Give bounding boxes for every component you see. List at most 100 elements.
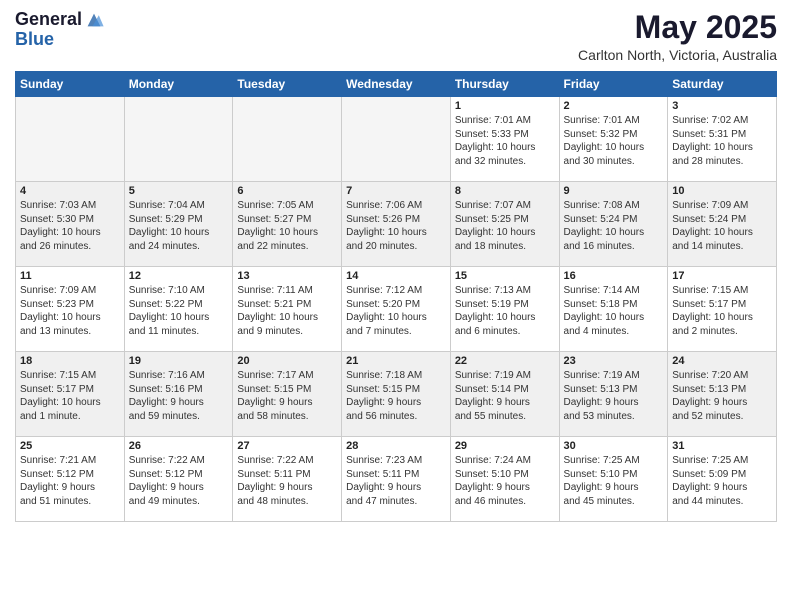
day-number: 24 bbox=[672, 355, 772, 367]
calendar-cell: 25 Sunrise: 7:21 AMSunset: 5:12 PMDayligh… bbox=[16, 437, 125, 522]
calendar-cell: 14 Sunrise: 7:12 AMSunset: 5:20 PMDayligh… bbox=[342, 267, 451, 352]
calendar-cell: 23 Sunrise: 7:19 AMSunset: 5:13 PMDayligh… bbox=[559, 352, 668, 437]
cell-content: Sunrise: 7:15 AMSunset: 5:17 PMDaylight:… bbox=[672, 284, 772, 338]
calendar-cell: 29 Sunrise: 7:24 AMSunset: 5:10 PMDayligh… bbox=[450, 437, 559, 522]
calendar-cell: 16 Sunrise: 7:14 AMSunset: 5:18 PMDayligh… bbox=[559, 267, 668, 352]
day-number: 21 bbox=[346, 355, 446, 367]
calendar-cell: 1 Sunrise: 7:01 AMSunset: 5:33 PMDaylight… bbox=[450, 97, 559, 182]
calendar-cell: 10 Sunrise: 7:09 AMSunset: 5:24 PMDayligh… bbox=[668, 182, 777, 267]
calendar-cell: 24 Sunrise: 7:20 AMSunset: 5:13 PMDayligh… bbox=[668, 352, 777, 437]
calendar-cell: 31Sunrise: 7:25 AMSunset: 5:09 PMDayligh… bbox=[668, 437, 777, 522]
calendar-cell: 5Sunrise: 7:04 AMSunset: 5:29 PMDaylight… bbox=[124, 182, 233, 267]
day-number: 15 bbox=[455, 270, 555, 282]
calendar-week-row: 11 Sunrise: 7:09 AMSunset: 5:23 PMDayligh… bbox=[16, 267, 777, 352]
day-number: 2 bbox=[564, 100, 664, 112]
calendar-cell bbox=[342, 97, 451, 182]
day-number: 26 bbox=[129, 440, 229, 452]
day-number: 5 bbox=[129, 185, 229, 197]
calendar-cell: 21 Sunrise: 7:18 AMSunset: 5:15 PMDayligh… bbox=[342, 352, 451, 437]
calendar-cell: 6 Sunrise: 7:05 AMSunset: 5:27 PMDaylight… bbox=[233, 182, 342, 267]
calendar-cell: 20 Sunrise: 7:17 AMSunset: 5:15 PMDayligh… bbox=[233, 352, 342, 437]
cell-content: Sunrise: 7:09 AMSunset: 5:24 PMDaylight:… bbox=[672, 199, 772, 253]
day-number: 4 bbox=[20, 185, 120, 197]
logo-general-text: General bbox=[15, 10, 82, 30]
day-number: 18 bbox=[20, 355, 120, 367]
cell-content: Sunrise: 7:06 AMSunset: 5:26 PMDaylight:… bbox=[346, 199, 446, 253]
calendar-cell: 27 Sunrise: 7:22 AMSunset: 5:11 PMDayligh… bbox=[233, 437, 342, 522]
calendar-cell: 12 Sunrise: 7:10 AMSunset: 5:22 PMDayligh… bbox=[124, 267, 233, 352]
calendar-cell: 11 Sunrise: 7:09 AMSunset: 5:23 PMDayligh… bbox=[16, 267, 125, 352]
page-header: General Blue May 2025 Carlton North, Vic… bbox=[15, 10, 777, 63]
calendar-cell: 17 Sunrise: 7:15 AMSunset: 5:17 PMDayligh… bbox=[668, 267, 777, 352]
title-block: May 2025 Carlton North, Victoria, Austra… bbox=[578, 10, 777, 63]
calendar-cell bbox=[16, 97, 125, 182]
day-number: 29 bbox=[455, 440, 555, 452]
cell-content: Sunrise: 7:19 AMSunset: 5:14 PMDaylight:… bbox=[455, 369, 555, 423]
cell-content: Sunrise: 7:05 AMSunset: 5:27 PMDaylight:… bbox=[237, 199, 337, 253]
calendar-cell: 13 Sunrise: 7:11 AMSunset: 5:21 PMDayligh… bbox=[233, 267, 342, 352]
cell-content: Sunrise: 7:24 AMSunset: 5:10 PMDaylight:… bbox=[455, 454, 555, 508]
weekday-header-monday: Monday bbox=[124, 72, 233, 97]
day-number: 19 bbox=[129, 355, 229, 367]
calendar-cell: 2Sunrise: 7:01 AMSunset: 5:32 PMDaylight… bbox=[559, 97, 668, 182]
weekday-header-row: SundayMondayTuesdayWednesdayThursdayFrid… bbox=[16, 72, 777, 97]
logo-icon bbox=[84, 12, 104, 28]
cell-content: Sunrise: 7:12 AMSunset: 5:20 PMDaylight:… bbox=[346, 284, 446, 338]
calendar-cell: 4 Sunrise: 7:03 AMSunset: 5:30 PMDaylight… bbox=[16, 182, 125, 267]
calendar-cell: 19Sunrise: 7:16 AMSunset: 5:16 PMDayligh… bbox=[124, 352, 233, 437]
cell-content: Sunrise: 7:07 AMSunset: 5:25 PMDaylight:… bbox=[455, 199, 555, 253]
cell-content: Sunrise: 7:11 AMSunset: 5:21 PMDaylight:… bbox=[237, 284, 337, 338]
day-number: 9 bbox=[564, 185, 664, 197]
day-number: 27 bbox=[237, 440, 337, 452]
cell-content: Sunrise: 7:19 AMSunset: 5:13 PMDaylight:… bbox=[564, 369, 664, 423]
cell-content: Sunrise: 7:25 AMSunset: 5:10 PMDaylight:… bbox=[564, 454, 664, 508]
calendar-cell bbox=[124, 97, 233, 182]
day-number: 3 bbox=[672, 100, 772, 112]
day-number: 11 bbox=[20, 270, 120, 282]
day-number: 17 bbox=[672, 270, 772, 282]
cell-content: Sunrise: 7:09 AMSunset: 5:23 PMDaylight:… bbox=[20, 284, 120, 338]
calendar-cell: 8 Sunrise: 7:07 AMSunset: 5:25 PMDaylight… bbox=[450, 182, 559, 267]
calendar-cell: 3 Sunrise: 7:02 AMSunset: 5:31 PMDaylight… bbox=[668, 97, 777, 182]
day-number: 1 bbox=[455, 100, 555, 112]
day-number: 8 bbox=[455, 185, 555, 197]
calendar-week-row: 4 Sunrise: 7:03 AMSunset: 5:30 PMDaylight… bbox=[16, 182, 777, 267]
calendar-week-row: 18 Sunrise: 7:15 AMSunset: 5:17 PMDayligh… bbox=[16, 352, 777, 437]
day-number: 25 bbox=[20, 440, 120, 452]
cell-content: Sunrise: 7:02 AMSunset: 5:31 PMDaylight:… bbox=[672, 114, 772, 168]
cell-content: Sunrise: 7:18 AMSunset: 5:15 PMDaylight:… bbox=[346, 369, 446, 423]
cell-content: Sunrise: 7:17 AMSunset: 5:15 PMDaylight:… bbox=[237, 369, 337, 423]
day-number: 13 bbox=[237, 270, 337, 282]
day-number: 14 bbox=[346, 270, 446, 282]
calendar-cell bbox=[233, 97, 342, 182]
day-number: 6 bbox=[237, 185, 337, 197]
calendar-cell: 30Sunrise: 7:25 AMSunset: 5:10 PMDayligh… bbox=[559, 437, 668, 522]
day-number: 12 bbox=[129, 270, 229, 282]
cell-content: Sunrise: 7:25 AMSunset: 5:09 PMDaylight:… bbox=[672, 454, 772, 508]
cell-content: Sunrise: 7:20 AMSunset: 5:13 PMDaylight:… bbox=[672, 369, 772, 423]
day-number: 10 bbox=[672, 185, 772, 197]
weekday-header-wednesday: Wednesday bbox=[342, 72, 451, 97]
calendar-week-row: 25 Sunrise: 7:21 AMSunset: 5:12 PMDayligh… bbox=[16, 437, 777, 522]
cell-content: Sunrise: 7:21 AMSunset: 5:12 PMDaylight:… bbox=[20, 454, 120, 508]
day-number: 28 bbox=[346, 440, 446, 452]
cell-content: Sunrise: 7:14 AMSunset: 5:18 PMDaylight:… bbox=[564, 284, 664, 338]
day-number: 20 bbox=[237, 355, 337, 367]
month-title: May 2025 bbox=[578, 10, 777, 45]
calendar-cell: 18 Sunrise: 7:15 AMSunset: 5:17 PMDayligh… bbox=[16, 352, 125, 437]
cell-content: Sunrise: 7:15 AMSunset: 5:17 PMDaylight:… bbox=[20, 369, 120, 423]
cell-content: Sunrise: 7:10 AMSunset: 5:22 PMDaylight:… bbox=[129, 284, 229, 338]
weekday-header-friday: Friday bbox=[559, 72, 668, 97]
cell-content: Sunrise: 7:03 AMSunset: 5:30 PMDaylight:… bbox=[20, 199, 120, 253]
day-number: 23 bbox=[564, 355, 664, 367]
calendar-cell: 9Sunrise: 7:08 AMSunset: 5:24 PMDaylight… bbox=[559, 182, 668, 267]
weekday-header-sunday: Sunday bbox=[16, 72, 125, 97]
calendar-table: SundayMondayTuesdayWednesdayThursdayFrid… bbox=[15, 71, 777, 522]
calendar-cell: 7Sunrise: 7:06 AMSunset: 5:26 PMDaylight… bbox=[342, 182, 451, 267]
cell-content: Sunrise: 7:01 AMSunset: 5:33 PMDaylight:… bbox=[455, 114, 555, 168]
day-number: 16 bbox=[564, 270, 664, 282]
weekday-header-saturday: Saturday bbox=[668, 72, 777, 97]
location-subtitle: Carlton North, Victoria, Australia bbox=[578, 47, 777, 63]
cell-content: Sunrise: 7:23 AMSunset: 5:11 PMDaylight:… bbox=[346, 454, 446, 508]
cell-content: Sunrise: 7:22 AMSunset: 5:11 PMDaylight:… bbox=[237, 454, 337, 508]
